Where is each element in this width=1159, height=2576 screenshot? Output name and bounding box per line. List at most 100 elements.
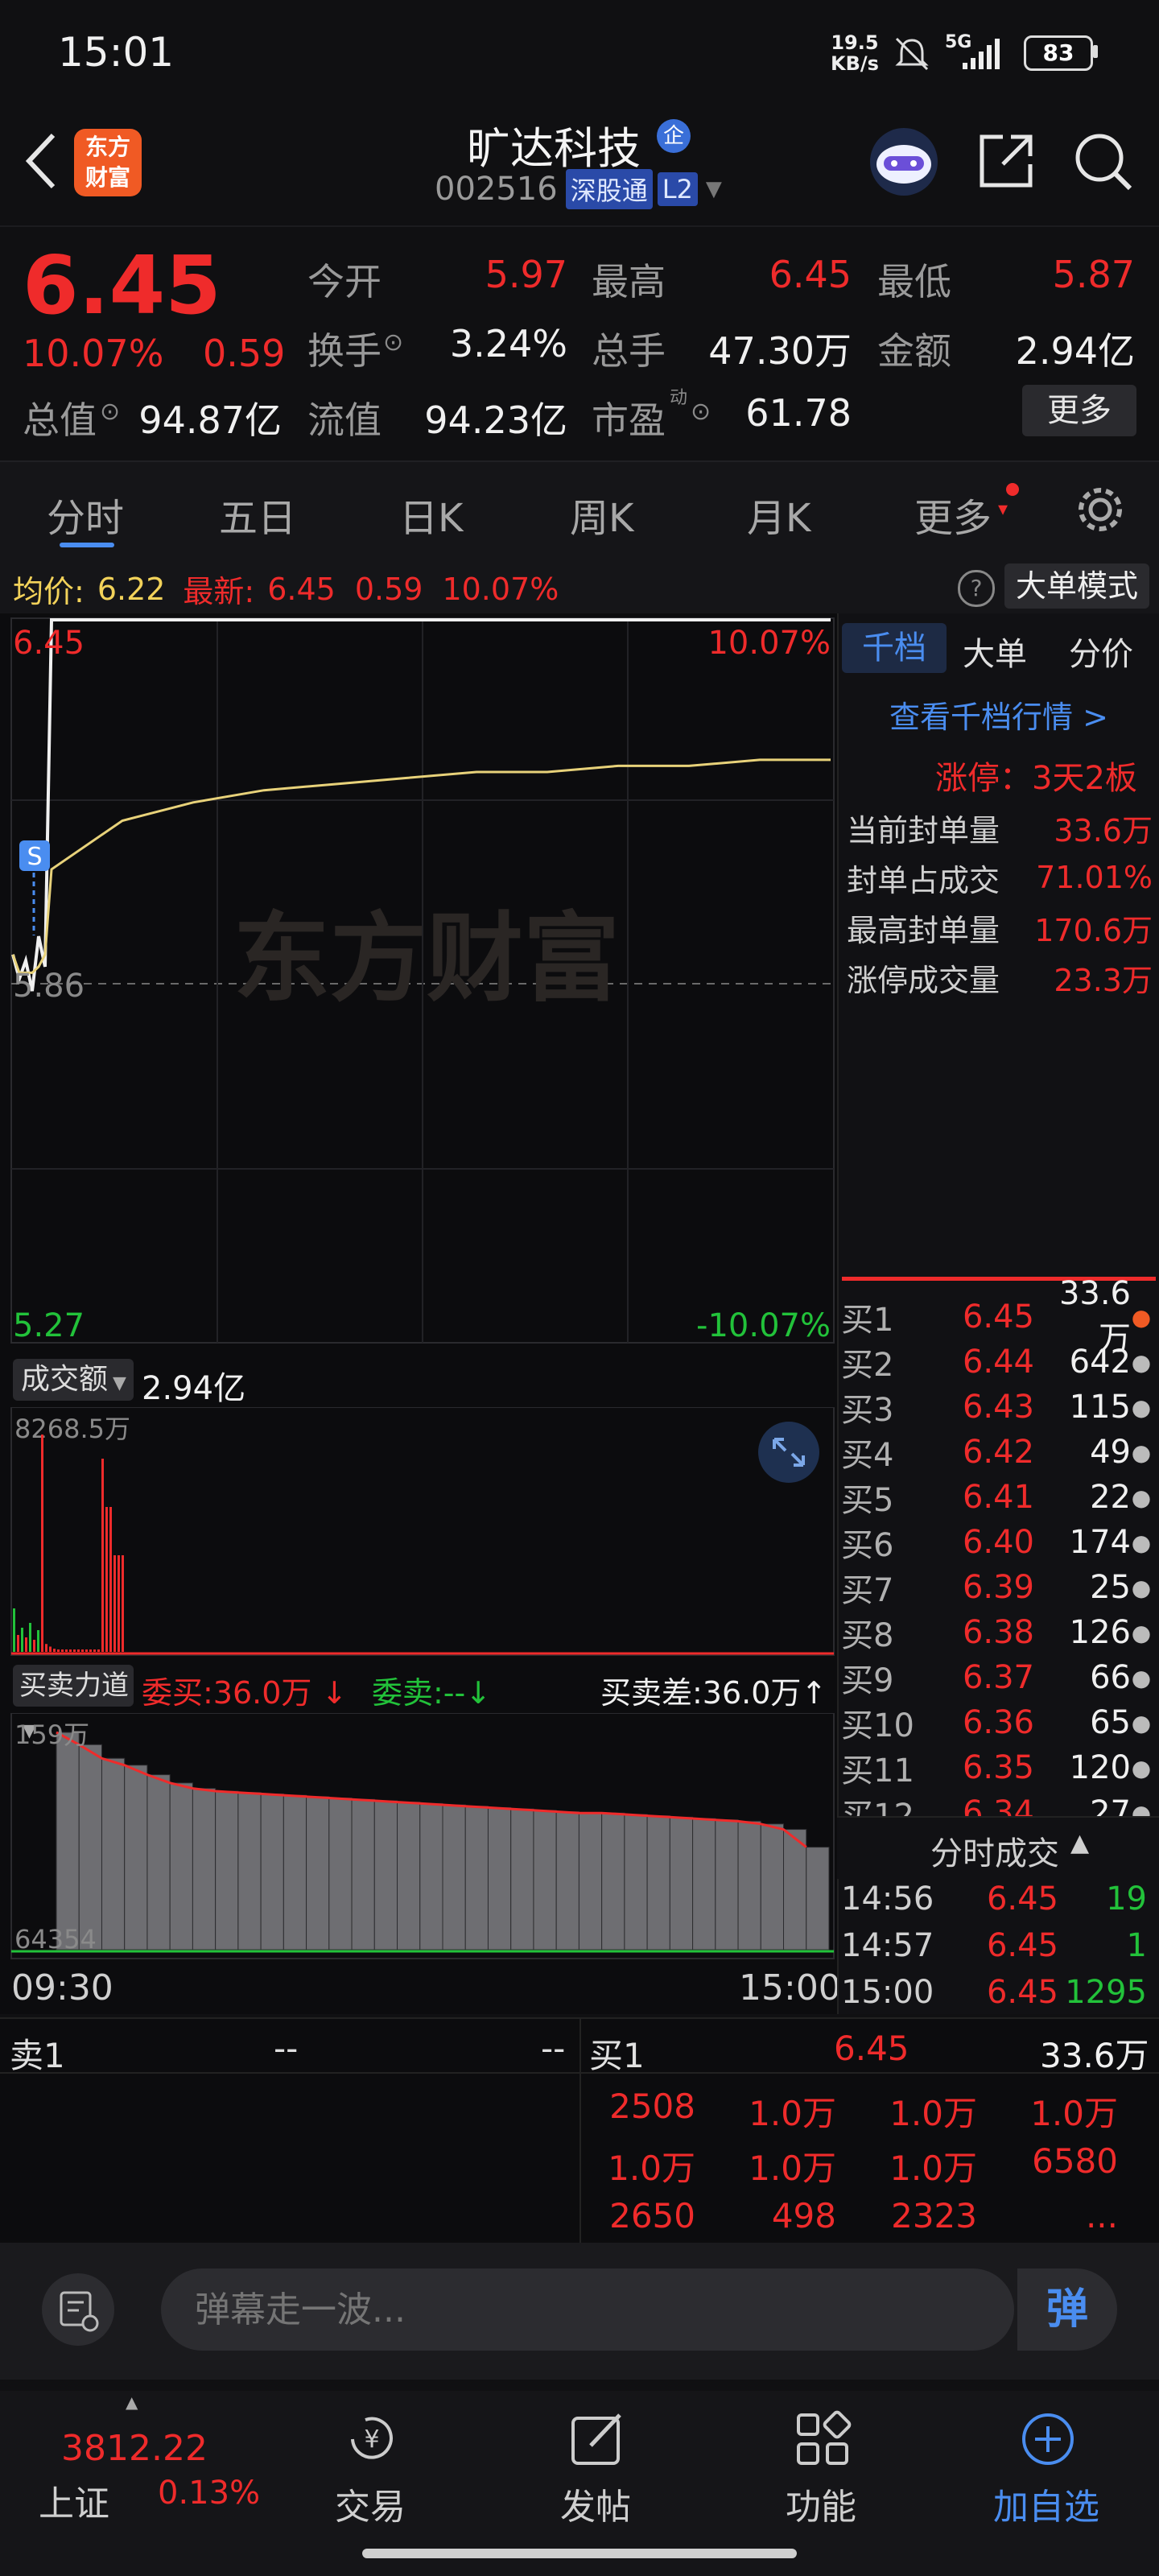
low-label: 最低 [877, 260, 951, 303]
book-level-label: 买6 [841, 1527, 894, 1564]
tab-price-dist[interactable]: 分价 [1069, 628, 1133, 675]
nav-trade[interactable]: ¥ 交易 [290, 2409, 451, 2528]
force-panel-header: 买卖力道▼ 委买:36.0万 ↓ 委卖:--↓ 买卖差:36.0万↑ [0, 1660, 837, 1741]
tab-depth[interactable]: 千档 [842, 623, 947, 673]
open-value: 5.97 [485, 253, 567, 296]
force-bar [215, 1790, 239, 1951]
add-watchlist-button[interactable]: 加自选 [966, 2409, 1127, 2528]
force-bar [442, 1804, 466, 1951]
amount-bar [49, 1646, 52, 1652]
force-chart: 159万 64354 [10, 1713, 835, 1959]
nav-post[interactable]: 发帖 [515, 2409, 676, 2528]
stat-row: 当前封单量 33.6万 [847, 803, 1153, 852]
tick-row: 15:00 6.45 1295 [841, 1969, 1155, 2016]
tab-intraday[interactable]: 分时 [47, 486, 124, 543]
amount-indicator-select[interactable]: 成交额 ▼ [13, 1359, 134, 1401]
book-volume: 65 [1090, 1704, 1131, 1741]
time-start: 09:30 [11, 1967, 113, 2008]
nav-functions[interactable]: 功能 [740, 2409, 901, 2528]
more-button[interactable]: 更多 [1022, 385, 1136, 436]
force-indicator-select[interactable]: 买卖力道▼ [13, 1665, 134, 1741]
danmaku-toggle[interactable] [42, 2273, 114, 2346]
book-level-label: 买7 [841, 1572, 894, 1609]
book-dot-icon: ● [1131, 1393, 1152, 1421]
tick-volume: 19 [1106, 1880, 1147, 1918]
nav-functions-label: 功能 [786, 2487, 856, 2528]
amount-bar [61, 1649, 64, 1652]
chevron-up-icon: ▲ [1070, 1829, 1090, 1857]
expand-button[interactable] [758, 1422, 819, 1483]
level-queue-cell: ... [1085, 2196, 1118, 2235]
amount-bar [45, 1644, 47, 1652]
robot-assistant-icon[interactable] [868, 126, 940, 198]
info-icon[interactable]: ⊙ [691, 398, 711, 426]
dropdown-icon: ▼ [113, 1373, 126, 1393]
share-icon[interactable] [974, 129, 1038, 193]
float-label: 流值 [307, 398, 382, 442]
book-level-label: 买1 [841, 1302, 894, 1339]
add-watchlist-label: 加自选 [993, 2487, 1099, 2528]
sgt-tag: 深股通 [565, 169, 653, 209]
chart-info-bar: 均价: 6.22 最新: 6.45 0.59 10.07% ? 大单模式 [0, 559, 1159, 613]
depth-link[interactable]: 查看千档行情 > [889, 692, 1108, 737]
amount-chart: 8268.5万 [10, 1407, 835, 1656]
book-level-label: 买4 [841, 1437, 894, 1474]
tab-more[interactable]: 更多 [914, 486, 992, 543]
tab-weekly-k[interactable]: 周K [570, 486, 633, 543]
book-row: 买8 6.38 126 ● [841, 1610, 1155, 1655]
tick-time: 14:57 [841, 1927, 934, 1964]
force-bar [328, 1798, 353, 1951]
search-icon[interactable] [1070, 129, 1135, 193]
force-bar [101, 1757, 126, 1951]
level-queue-cell: 1.0万 [1030, 2094, 1118, 2133]
force-bar [783, 1829, 807, 1951]
info-icon[interactable]: ⊙ [100, 398, 120, 426]
tab-daily-k[interactable]: 日K [399, 486, 463, 543]
level-queue-cell: 1.0万 [889, 2149, 977, 2188]
caret-up-icon: ▲ [126, 2392, 138, 2412]
force-bar [646, 1815, 670, 1951]
app-logo[interactable]: 东方 财富 [74, 129, 142, 196]
big-order-mode-button[interactable]: 大单模式 [1004, 564, 1149, 609]
book-dot-icon: ● [1131, 1484, 1152, 1511]
battery-icon: 83 [1024, 35, 1093, 71]
gear-icon[interactable] [1074, 483, 1127, 536]
turnover-value: 3.24% [449, 322, 567, 365]
comment-input[interactable] [161, 2268, 1014, 2351]
amount-label: 金额 [877, 329, 951, 373]
buy1-vol: 33.6万 [1040, 2036, 1149, 2075]
send-danmaku-button[interactable]: 弹 [1017, 2268, 1117, 2351]
force-bar [578, 1812, 603, 1951]
avg-label: 均价: [13, 574, 85, 609]
info-icon[interactable]: ⊙ [383, 328, 403, 357]
level-queue-cell: 6580 [1032, 2141, 1118, 2181]
price-chart[interactable]: 东方财富 S 6.45 10.07% 5.86 5.27 -10.07% [0, 613, 837, 1346]
stat-value: 23.3万 [1054, 962, 1153, 998]
book-price: 6.37 [962, 1659, 1034, 1696]
stat-row: 涨停成交量 23.3万 [847, 953, 1153, 1001]
amount-bar [25, 1637, 27, 1652]
tab-big-order[interactable]: 大单 [963, 628, 1027, 675]
back-arrow-icon[interactable] [21, 129, 61, 193]
ticks-header[interactable]: 分时成交 ▲ [837, 1816, 1159, 1879]
ticks-title: 分时成交 [930, 1835, 1059, 1872]
index-pct: 0.13% [158, 2475, 261, 2512]
amount-bar [85, 1649, 88, 1652]
last-label: 最新: [183, 574, 255, 609]
amount-bar [81, 1649, 84, 1652]
index-ticker[interactable]: ▲ 3812.22 上证 0.13% [13, 2391, 260, 2524]
battery-tip [1093, 45, 1098, 58]
stock-code-row[interactable]: 002516 深股通 L2 ▼ [435, 169, 722, 209]
book-row: 买7 6.39 25 ● [841, 1565, 1155, 1610]
help-icon[interactable]: ? [958, 570, 995, 607]
tab-monthly-k[interactable]: 月K [747, 486, 810, 543]
book-level-label: 买11 [841, 1752, 914, 1790]
force-bar [237, 1792, 262, 1951]
tab-five-day[interactable]: 五日 [219, 486, 296, 543]
force-bar [78, 1744, 102, 1951]
force-bar [555, 1810, 580, 1951]
level-queue-cell: 1.0万 [749, 2149, 836, 2188]
book-dot-icon: ● [1131, 1754, 1152, 1781]
book-row: 买11 6.35 120 ● [841, 1745, 1155, 1790]
force-bar [397, 1802, 421, 1951]
